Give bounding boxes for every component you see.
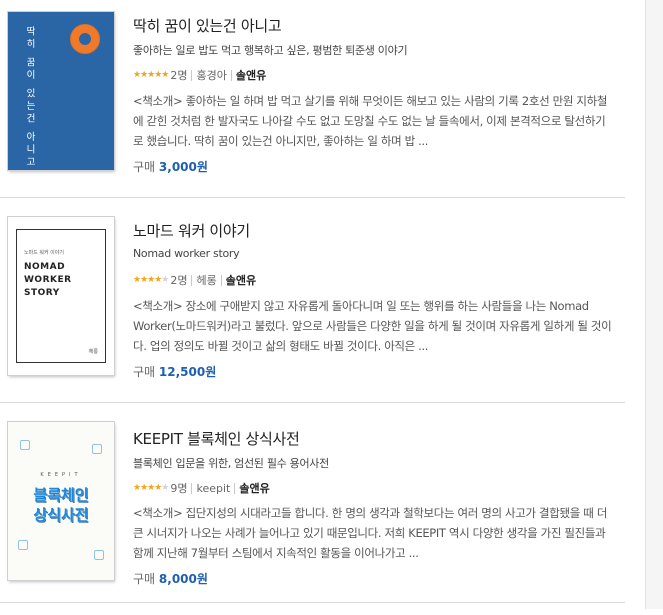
book-cover-1[interactable]: 딱히 꿈이 있는건 아니고 xyxy=(8,12,114,170)
price-label: 구매 xyxy=(133,365,156,379)
cover-keepit-text: KEEPIT xyxy=(40,472,82,478)
cover-vertical-title: 딱히 꿈이 있는건 아니고 xyxy=(24,26,35,170)
book-description: <책소개> 좋아하는 일 하며 밥 먹고 살기를 위해 무엇이든 해보고 있는 … xyxy=(133,94,608,148)
decor-icon xyxy=(94,550,104,560)
cover-big-title: NOMAD WORKER STORY xyxy=(24,261,72,300)
row-divider xyxy=(0,197,625,198)
divider xyxy=(234,482,236,494)
book-meta: ★★★★★ 9명 keepit 솔앤유 xyxy=(133,480,270,496)
rating-count: 2명 xyxy=(170,69,188,82)
book-price[interactable]: 구매 3,000원 xyxy=(133,158,208,175)
book-title[interactable]: 딱히 꿈이 있는건 아니고 xyxy=(133,15,282,36)
price-label: 구매 xyxy=(133,160,156,174)
book-publisher[interactable]: 솔앤유 xyxy=(236,67,266,83)
book-author[interactable]: 홍경아 xyxy=(196,67,226,83)
book-cover-3[interactable]: KEEPIT 블록체인 상식사전 xyxy=(8,422,114,580)
book-description: <책소개> 장소에 구애받지 않고 자유롭게 돌아다니며 일 또는 행위를 하는… xyxy=(133,299,612,353)
divider xyxy=(230,69,232,81)
scrollbar-track[interactable] xyxy=(645,0,663,609)
book-publisher[interactable]: 솔앤유 xyxy=(239,480,269,496)
price-amount: 8,000원 xyxy=(158,572,208,586)
decor-icon xyxy=(18,540,28,550)
book-meta: ★★★★★ 2명 홍경아 솔앤유 xyxy=(133,67,266,83)
book-price[interactable]: 구매 8,000원 xyxy=(133,570,208,587)
decor-icon xyxy=(92,444,102,454)
book-subtitle: Nomad worker story xyxy=(133,247,240,260)
decor-icon xyxy=(20,440,30,450)
cover-line: NOMAD xyxy=(24,262,66,272)
book-item-3: KEEPIT 블록체인 상식사전 KEEPIT 블록체인 상식사전 블록체인 입… xyxy=(0,410,628,615)
cover-line: WORKER xyxy=(24,275,72,285)
divider xyxy=(191,482,193,494)
book-cover-2[interactable]: 노마드 워커 이야기 NOMAD WORKER STORY 헤롱 xyxy=(8,217,114,375)
book-subtitle: 블록체인 입문을 위한, 엄선된 필수 용어사전 xyxy=(133,457,329,470)
lifebuoy-icon xyxy=(70,24,100,54)
cover-author: 헤롱 xyxy=(88,349,98,355)
book-meta: ★★★★★ 2명 헤롱 솔앤유 xyxy=(133,272,256,288)
book-subtitle: 좋아하는 일로 밥도 먹고 행복하고 싶은, 평범한 퇴준생 이야기 xyxy=(133,44,408,57)
rating-count: 2명 xyxy=(170,274,188,287)
price-amount: 3,000원 xyxy=(158,160,208,174)
book-item-1: 딱히 꿈이 있는건 아니고 딱히 꿈이 있는건 아니고 좋아하는 일로 밥도 먹… xyxy=(0,0,628,205)
price-amount: 12,500원 xyxy=(158,365,217,379)
book-publisher[interactable]: 솔앤유 xyxy=(226,272,256,288)
cover-title-line: 블록체인 xyxy=(33,486,89,504)
book-title[interactable]: 노마드 워커 이야기 xyxy=(133,220,250,241)
book-author[interactable]: keepit xyxy=(196,482,230,495)
price-label: 구매 xyxy=(133,572,156,586)
cover-small-text: 노마드 워커 이야기 xyxy=(24,250,64,256)
book-price[interactable]: 구매 12,500원 xyxy=(133,363,216,380)
rating-stars-icon: ★★★★★ xyxy=(133,275,169,285)
book-item-2: 노마드 워커 이야기 NOMAD WORKER STORY 헤롱 노마드 워커 … xyxy=(0,205,628,410)
cover-line: STORY xyxy=(24,288,60,298)
rating-stars-icon: ★★★★★ xyxy=(133,70,169,80)
divider xyxy=(191,274,193,286)
row-divider xyxy=(0,402,625,403)
cover-title-line: 상식사전 xyxy=(33,506,89,524)
divider xyxy=(191,69,193,81)
rating-count: 9명 xyxy=(170,482,188,495)
row-divider xyxy=(0,602,625,603)
book-title[interactable]: KEEPIT 블록체인 상식사전 xyxy=(133,428,300,449)
book-description: <책소개> 집단지성의 시대라고들 합니다. 한 명의 생각과 철학보다는 여러… xyxy=(133,506,608,560)
rating-stars-icon: ★★★★★ xyxy=(133,483,169,493)
book-author[interactable]: 헤롱 xyxy=(196,272,216,288)
divider xyxy=(220,274,222,286)
